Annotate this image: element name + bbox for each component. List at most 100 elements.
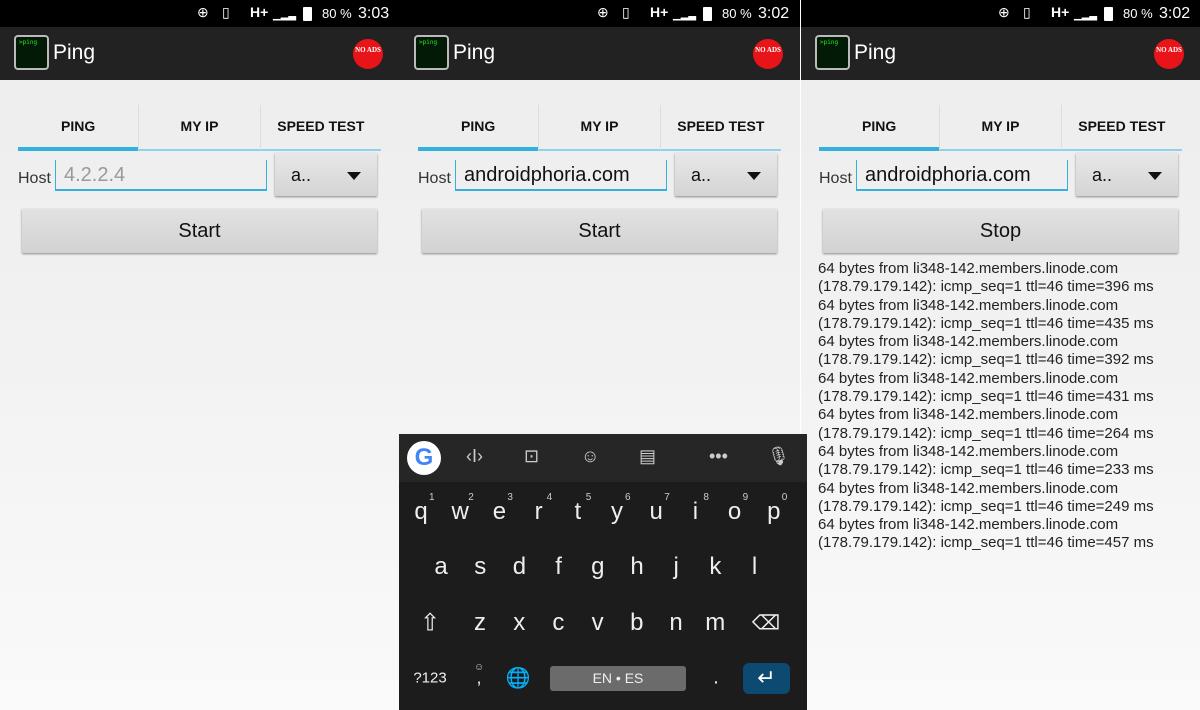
host-placeholder: 4.2.2.4 (64, 164, 126, 186)
output-line: (178.79.179.142): icmp_seq=1 ttl=46 time… (818, 314, 1154, 332)
app-bar: >ping Ping NO ADS (801, 27, 1200, 80)
period-key[interactable]: . (713, 667, 719, 690)
app-logo-icon: >ping (414, 35, 449, 70)
host-input[interactable]: androidphoria.com (455, 160, 667, 191)
clock: 3:03 (358, 5, 390, 22)
key-hint: 1 (429, 492, 435, 503)
battery-percent: 80 % (1123, 6, 1153, 21)
tab-speed-test[interactable]: SPEED TEST (1060, 105, 1182, 151)
key-v[interactable]: v (592, 609, 604, 637)
globe-icon[interactable]: 🌐 (506, 666, 531, 691)
key-o[interactable]: o (728, 498, 741, 526)
tab-ping[interactable]: PING (18, 105, 139, 151)
key-f[interactable]: f (555, 553, 562, 581)
enter-key[interactable]: ↵ (743, 663, 790, 694)
key-s[interactable]: s (474, 553, 486, 581)
sticker-icon[interactable]: ☺ (581, 446, 599, 467)
key-c[interactable]: c (552, 609, 564, 637)
tab-my-ip[interactable]: MY IP (538, 105, 660, 151)
dropdown-value: a.. (691, 165, 712, 185)
app-title: Ping (53, 41, 96, 64)
key-r[interactable]: r (535, 498, 543, 526)
key-m[interactable]: m (705, 609, 725, 637)
host-label: Host (819, 170, 852, 187)
clock: 3:02 (758, 5, 790, 22)
dropdown-arrow-icon (347, 172, 361, 180)
no-ads-button[interactable]: NO ADS (753, 39, 783, 69)
more-icon[interactable]: ••• (709, 446, 728, 467)
phone-screen: ⊕ ▯ H+ ▁▂▃ 80 % 3:02 >ping Ping NO ADS P… (801, 0, 1200, 710)
output-line: (178.79.179.142): icmp_seq=1 ttl=46 time… (818, 534, 1154, 552)
tab-bar: PING MY IP SPEED TEST (418, 105, 781, 151)
vibrate-icon: ▯ (222, 4, 230, 20)
start-button[interactable]: Start (22, 209, 377, 253)
protocol-dropdown[interactable]: a.. (1076, 153, 1178, 196)
start-button[interactable]: Start (422, 209, 777, 253)
output-line: (178.79.179.142): icmp_seq=1 ttl=46 time… (818, 388, 1154, 406)
key-hint: 8 (703, 492, 709, 503)
key-l[interactable]: l (752, 553, 757, 581)
output-line: 64 bytes from li348-142.members.linode.c… (818, 516, 1119, 534)
key-k[interactable]: k (709, 553, 721, 581)
space-bar[interactable]: EN • ES (550, 666, 686, 691)
output-line: 64 bytes from li348-142.members.linode.c… (818, 406, 1119, 424)
output-line: 64 bytes from li348-142.members.linode.c… (818, 296, 1119, 314)
status-bar: ⊕ ▯ H+ ▁▂▃ 80 % 3:03 (0, 0, 400, 27)
protocol-dropdown[interactable]: a.. (675, 153, 777, 196)
key-hint: 4 (546, 492, 553, 503)
tab-my-ip[interactable]: MY IP (939, 105, 1061, 151)
vibrate-icon: ▯ (622, 4, 630, 20)
dropdown-value: a.. (291, 165, 312, 185)
google-icon[interactable]: G (407, 441, 441, 475)
keyboard-toolbar: G ‹I› ⊡ ☺ ▤ ••• 🎙 (399, 434, 807, 482)
signal-icon: ▁▂▃ (1074, 10, 1098, 21)
key-n[interactable]: n (669, 609, 682, 637)
output-line: 64 bytes from li348-142.members.linode.c… (818, 479, 1119, 497)
key-y[interactable]: y (611, 498, 623, 526)
network-hplus-icon: H+ (650, 4, 669, 20)
key-t[interactable]: t (574, 498, 581, 526)
tab-speed-test[interactable]: SPEED TEST (659, 105, 781, 151)
tab-speed-test[interactable]: SPEED TEST (259, 105, 381, 151)
translate-icon[interactable]: ⊡ (524, 446, 539, 467)
key-u[interactable]: u (650, 498, 663, 526)
key-h[interactable]: h (630, 553, 643, 581)
output-line: (178.79.179.142): icmp_seq=1 ttl=46 time… (818, 278, 1154, 296)
key-w[interactable]: w (452, 498, 469, 526)
key-p[interactable]: p (767, 498, 780, 526)
key-z[interactable]: z (474, 609, 486, 637)
key-i[interactable]: i (693, 498, 698, 526)
key-e[interactable]: e (493, 498, 506, 526)
stop-button[interactable]: Stop (823, 209, 1178, 253)
backspace-icon[interactable]: ⌫ (752, 611, 780, 636)
app-bar: >ping Ping NO ADS (0, 27, 400, 80)
output-line: (178.79.179.142): icmp_seq=1 ttl=46 time… (818, 351, 1154, 369)
network-hplus-icon: H+ (250, 4, 269, 20)
protocol-dropdown[interactable]: a.. (275, 153, 377, 196)
host-input[interactable]: 4.2.2.4 (55, 160, 267, 191)
battery-percent: 80 % (722, 6, 752, 21)
key-j[interactable]: j (674, 553, 679, 581)
key-a[interactable]: a (434, 553, 447, 581)
clipboard-icon[interactable]: ▤ (639, 446, 656, 467)
key-q[interactable]: q (414, 498, 427, 526)
host-input[interactable]: androidphoria.com (856, 160, 1068, 191)
key-g[interactable]: g (591, 553, 604, 581)
tab-ping[interactable]: PING (819, 105, 940, 151)
key-hint: 7 (664, 492, 670, 503)
vibrate-icon: ▯ (1023, 4, 1031, 20)
tab-my-ip[interactable]: MY IP (138, 105, 260, 151)
microphone-icon[interactable]: 🎙 (767, 446, 790, 467)
text-cursor-icon[interactable]: ‹I› (466, 446, 483, 467)
app-logo-icon: >ping (14, 35, 49, 70)
tab-ping[interactable]: PING (418, 105, 539, 151)
symbols-key[interactable]: ?123 (413, 670, 446, 687)
shift-icon[interactable]: ⇧ (420, 609, 440, 638)
signal-icon: ▁▂▃ (673, 10, 697, 21)
key-x[interactable]: x (513, 609, 525, 637)
output-line: (178.79.179.142): icmp_seq=1 ttl=46 time… (818, 461, 1154, 479)
no-ads-button[interactable]: NO ADS (353, 39, 383, 69)
key-b[interactable]: b (630, 609, 643, 637)
no-ads-button[interactable]: NO ADS (1154, 39, 1184, 69)
key-d[interactable]: d (513, 553, 526, 581)
